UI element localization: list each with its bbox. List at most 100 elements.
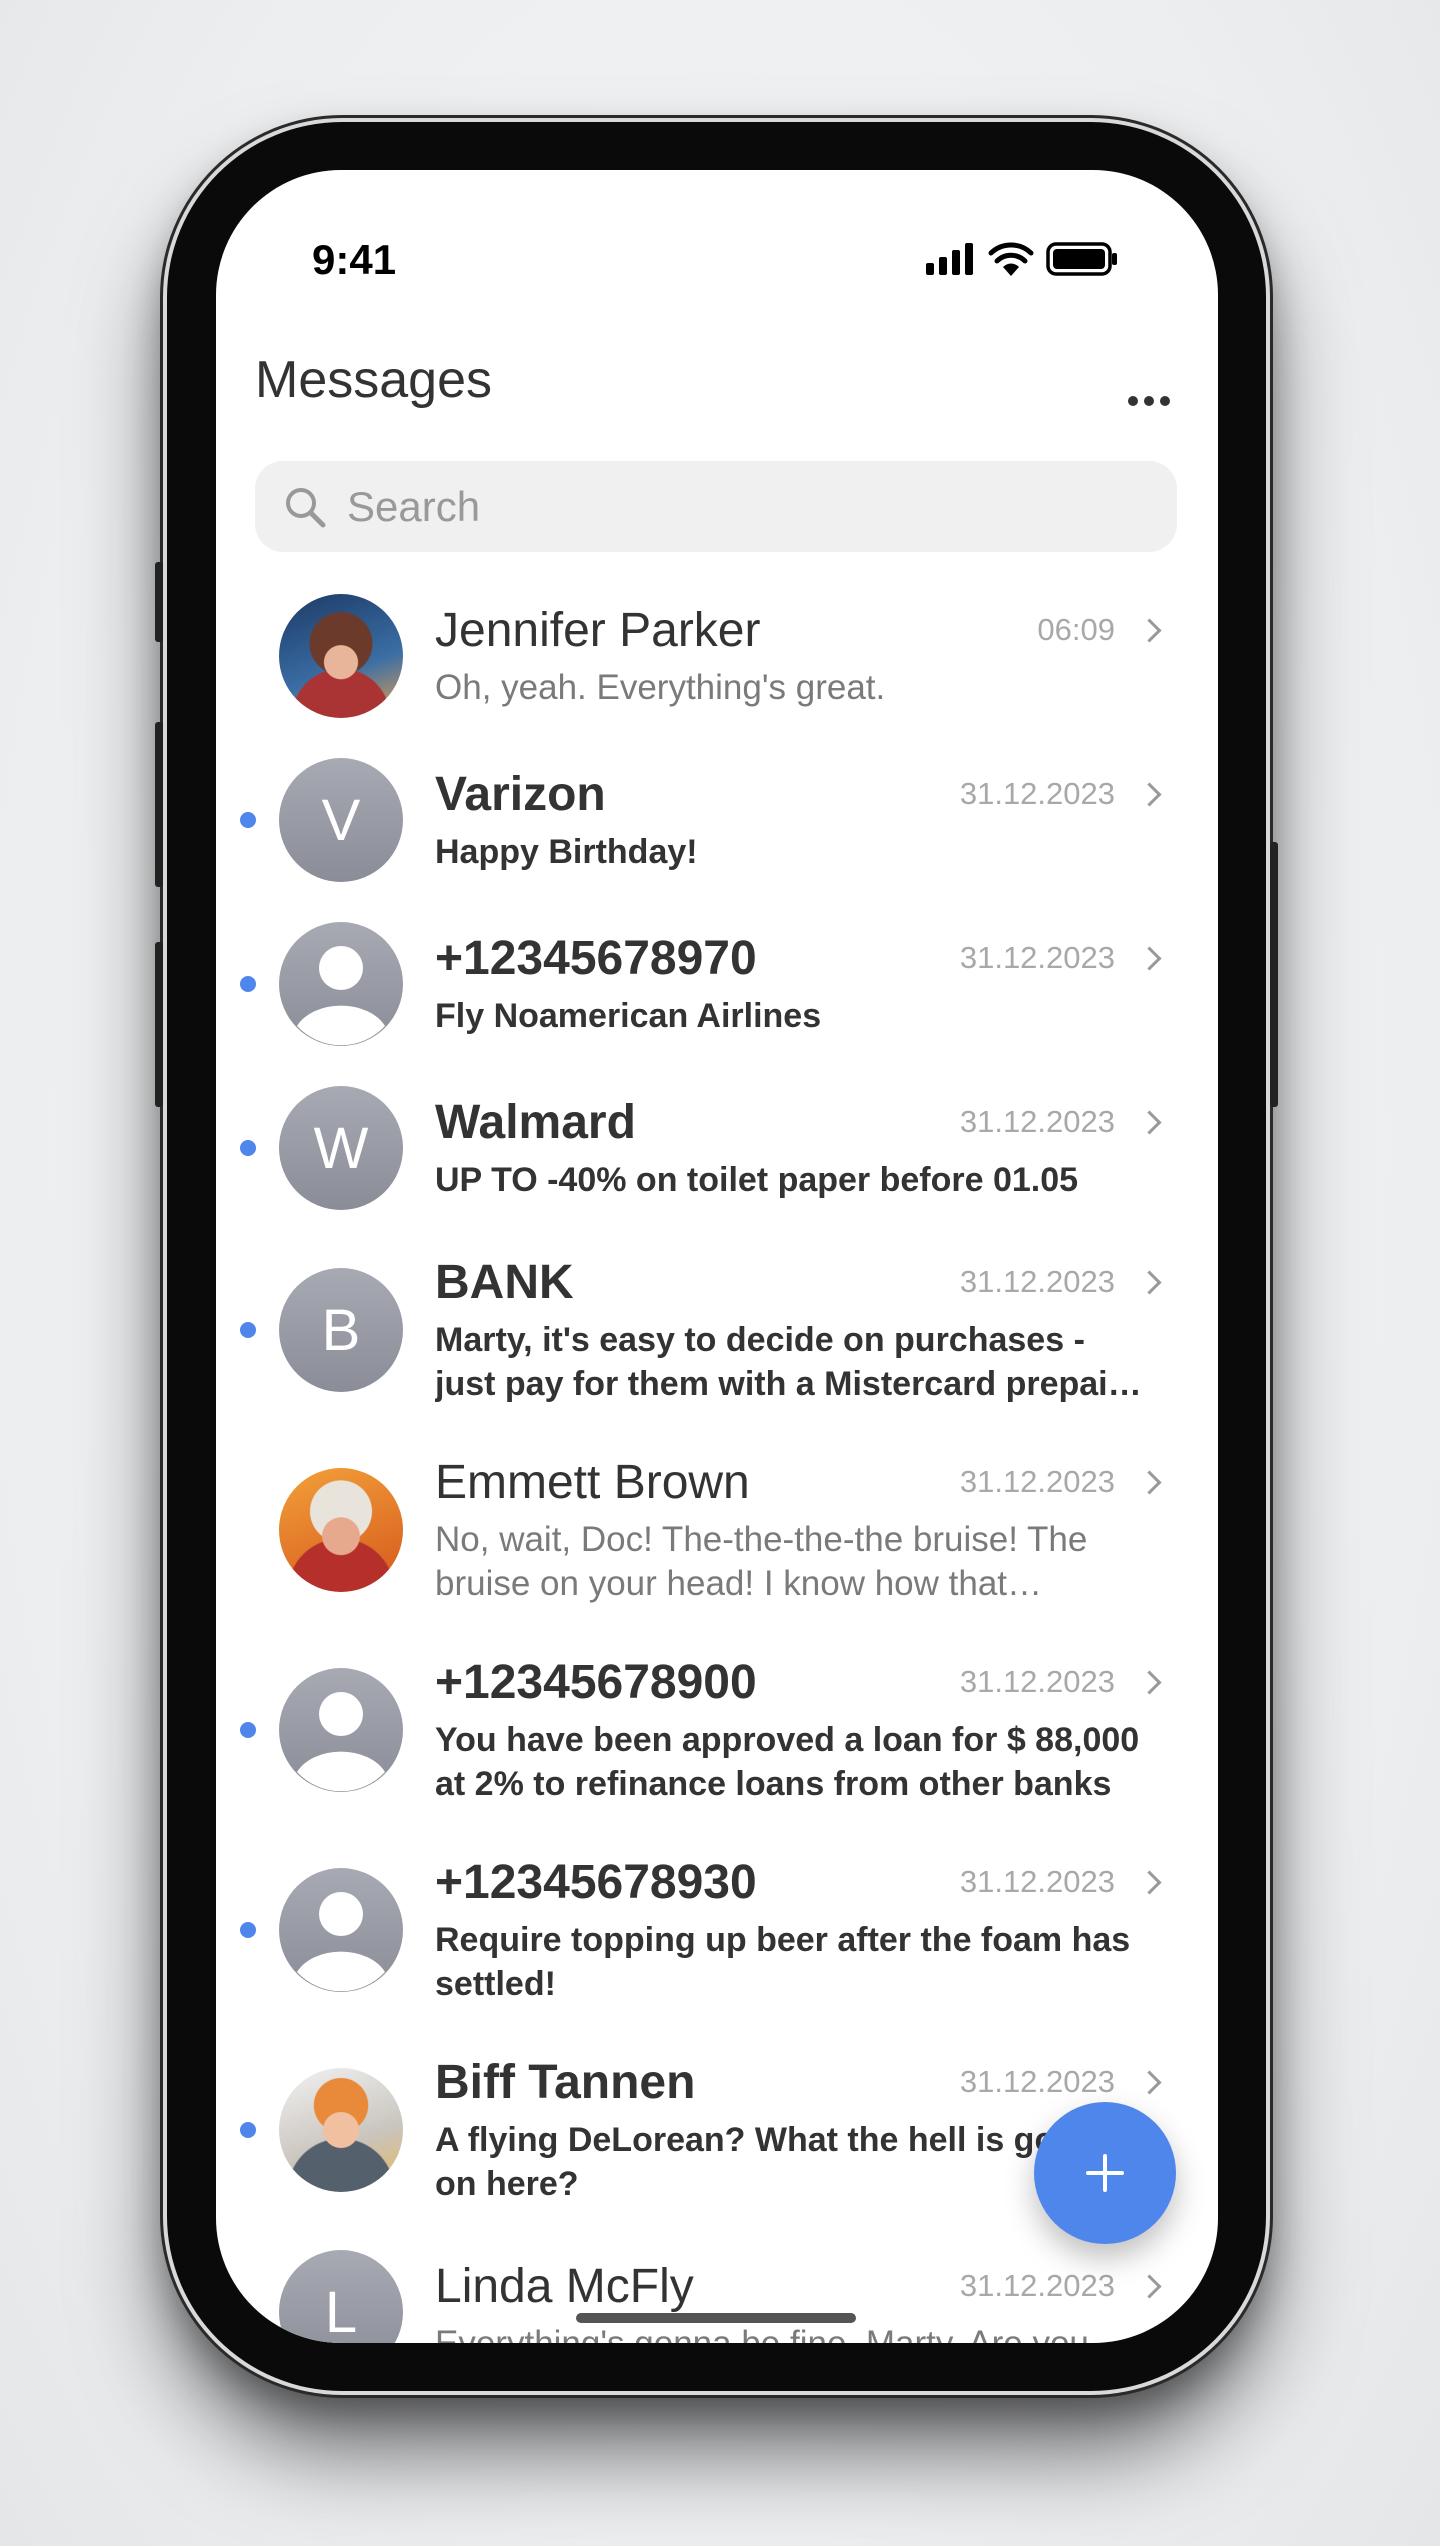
conversation-row[interactable]: Emmett Brown 31.12.2023 No, wait, Doc! T… [216, 1430, 1218, 1630]
volume-down-button [155, 942, 163, 1107]
chevron-right-icon [1137, 945, 1162, 971]
unread-dot [240, 812, 256, 828]
more-options-button[interactable] [1128, 396, 1170, 406]
message-preview: You have been approved a loan for $ 88,0… [435, 1721, 1140, 1803]
person-icon [297, 1892, 385, 1992]
unread-dot [240, 1322, 256, 1338]
chevron-right-icon [1137, 1869, 1162, 1895]
search-bar[interactable] [255, 461, 1177, 552]
conversation-content: +12345678930 31.12.2023 Require topping … [435, 1854, 1166, 2006]
status-bar: 9:41 [216, 232, 1218, 292]
ellipsis-dot [1144, 396, 1154, 406]
contact-name: Varizon [435, 767, 606, 821]
wifi-icon [988, 242, 1034, 276]
contact-name: Walmard [435, 1095, 636, 1149]
unread-dot [240, 2122, 256, 2138]
message-date: 31.12.2023 [959, 1864, 1115, 1899]
unread-dot [240, 1140, 256, 1156]
conversation-row[interactable]: L Linda McFly 31.12.2023 Everything's go… [216, 2230, 1218, 2343]
ellipsis-icon [1128, 396, 1138, 406]
conversation-list: Jennifer Parker 06:09 Oh, yeah. Everythi… [216, 574, 1218, 2343]
avatar-initial: W [279, 1086, 403, 1210]
message-date: 31.12.2023 [959, 940, 1115, 975]
message-date: 31.12.2023 [959, 1104, 1115, 1139]
message-date: 06:09 [1037, 612, 1115, 647]
message-date: 31.12.2023 [959, 2064, 1115, 2099]
avatar-initial: V [279, 758, 403, 882]
phone-frame: 9:41 Messages Jennifer Parker 06:09 Oh, … [155, 122, 1278, 2391]
unread-dot [240, 1722, 256, 1738]
new-message-button[interactable] [1034, 2102, 1176, 2244]
conversation-content: Varizon 31.12.2023 Happy Birthday! [435, 766, 1166, 874]
signal-icon [926, 243, 973, 275]
message-date: 31.12.2023 [959, 1664, 1115, 1699]
conversation-content: Linda McFly 31.12.2023 Everything's gonn… [435, 2258, 1166, 2343]
message-date: 31.12.2023 [959, 776, 1115, 811]
conversation-row[interactable]: +12345678930 31.12.2023 Require topping … [216, 1830, 1218, 2030]
avatar [279, 922, 403, 1046]
message-preview: Oh, yeah. Everything's great. [435, 668, 886, 707]
avatar [279, 1668, 403, 1792]
person-icon [297, 946, 385, 1046]
contact-name: Biff Tannen [435, 2055, 696, 2109]
search-input[interactable] [345, 481, 1149, 532]
conversation-content: BANK 31.12.2023 Marty, it's easy to deci… [435, 1254, 1166, 1406]
person-icon [297, 1692, 385, 1792]
conversation-row[interactable]: V Varizon 31.12.2023 Happy Birthday! [216, 738, 1218, 902]
chevron-right-icon [1137, 617, 1162, 643]
chevron-right-icon [1137, 1269, 1162, 1295]
contact-name: +12345678900 [435, 1655, 757, 1709]
message-preview: UP TO -40% on toilet paper before 01.05 [435, 1161, 1079, 1199]
conversation-content: Walmard 31.12.2023 UP TO -40% on toilet … [435, 1094, 1166, 1202]
search-icon [286, 487, 326, 527]
message-date: 31.12.2023 [959, 1464, 1115, 1499]
mute-switch [155, 562, 163, 642]
avatar-photo [279, 2068, 403, 2192]
conversation-content: +12345678970 31.12.2023 Fly Noamerican A… [435, 930, 1166, 1038]
avatar-photo [279, 594, 403, 718]
contact-name: BANK [435, 1255, 574, 1309]
conversation-content: Jennifer Parker 06:09 Oh, yeah. Everythi… [435, 602, 1166, 710]
message-date: 31.12.2023 [959, 2268, 1115, 2303]
chevron-right-icon [1137, 1669, 1162, 1695]
chevron-right-icon [1137, 1469, 1162, 1495]
unread-dot [240, 976, 256, 992]
contact-name: +12345678930 [435, 1855, 757, 1909]
contact-name: Emmett Brown [435, 1455, 750, 1509]
chevron-right-icon [1137, 1109, 1162, 1135]
ellipsis-dot [1160, 396, 1170, 406]
conversation-content: +12345678900 31.12.2023 You have been ap… [435, 1654, 1166, 1806]
contact-name: Linda McFly [435, 2259, 694, 2313]
chevron-right-icon [1137, 781, 1162, 807]
status-time: 9:41 [312, 236, 397, 283]
conversation-row[interactable]: +12345678970 31.12.2023 Fly Noamerican A… [216, 902, 1218, 1066]
message-preview: Fly Noamerican Airlines [435, 997, 822, 1035]
message-preview: Happy Birthday! [435, 833, 698, 871]
page-title: Messages [255, 351, 492, 409]
message-date: 31.12.2023 [959, 1264, 1115, 1299]
conversation-row[interactable]: W Walmard 31.12.2023 UP TO -40% on toile… [216, 1066, 1218, 1230]
avatar-photo [279, 1468, 403, 1592]
chevron-right-icon [1137, 2069, 1162, 2095]
conversation-row[interactable]: +12345678900 31.12.2023 You have been ap… [216, 1630, 1218, 1830]
message-preview: Require topping up beer after the foam h… [435, 1921, 1131, 2003]
contact-name: +12345678970 [435, 931, 757, 985]
unread-dot [240, 1922, 256, 1938]
plus-icon [1086, 2154, 1124, 2192]
message-preview: Marty, it's easy to decide on purchases … [435, 1321, 1129, 1403]
contact-name: Jennifer Parker [435, 603, 761, 657]
conversation-row[interactable]: B BANK 31.12.2023 Marty, it's easy to de… [216, 1230, 1218, 1430]
avatar-initial: L [279, 2250, 403, 2343]
home-indicator[interactable] [576, 2313, 856, 2323]
message-preview: No, wait, Doc! The-the-the-the bruise! T… [435, 1520, 1088, 1603]
battery-icon [1046, 242, 1117, 276]
avatar [279, 1868, 403, 1992]
message-preview: Everything's gonna be fine, Marty. Are y… [435, 2322, 1166, 2343]
volume-up-button [155, 722, 163, 887]
avatar-initial: B [279, 1268, 403, 1392]
conversation-content: Emmett Brown 31.12.2023 No, wait, Doc! T… [435, 1454, 1166, 1606]
chevron-right-icon [1137, 2273, 1162, 2299]
conversation-row[interactable]: Jennifer Parker 06:09 Oh, yeah. Everythi… [216, 574, 1218, 738]
screen: 9:41 Messages Jennifer Parker 06:09 Oh, … [216, 170, 1218, 2343]
power-button [1270, 842, 1278, 1107]
